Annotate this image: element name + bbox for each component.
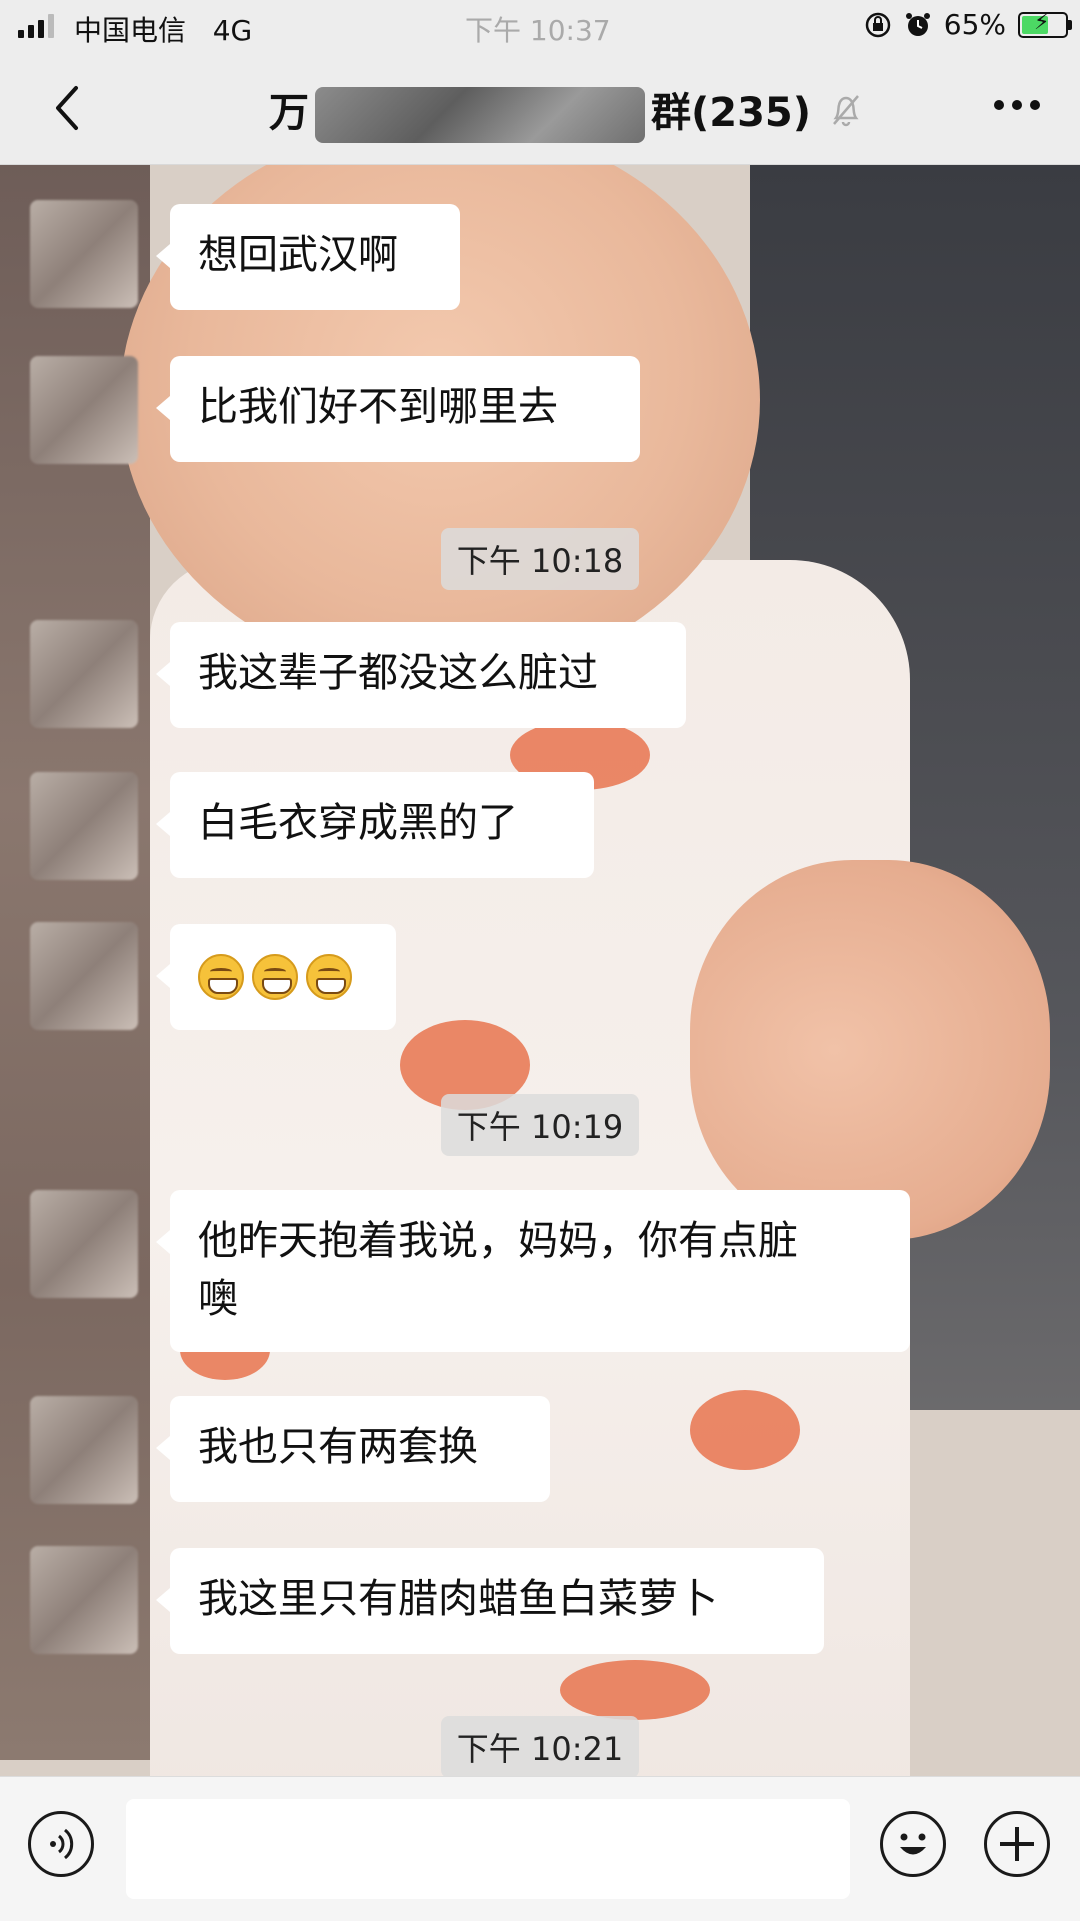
sender-avatar[interactable] [30,1190,138,1298]
signal-strength-icon [18,14,54,38]
emoji-picker-button[interactable] [880,1811,946,1877]
sender-avatar[interactable] [30,922,138,1030]
message-bubble [156,924,396,1030]
sender-avatar[interactable] [30,620,138,728]
status-bar: 中国电信 4G 下午 10:37 65% ⚡ [0,0,1080,52]
redacted-title-block [314,87,645,143]
message-text: 想回武汉啊 [198,232,398,278]
message-timestamp: 下午 10:18 [0,528,1080,590]
more-options-icon[interactable] [994,100,1040,110]
message-input[interactable] [126,1799,850,1899]
message-text-line: 他昨天抱着我说，妈妈，你有点脏 [198,1218,798,1264]
network-type: 4G [212,14,253,47]
message-text: 我也只有两套换 [198,1424,478,1470]
chat-header: 万 群(235) [0,52,1080,165]
battery-percent: 65% [943,8,1006,41]
message-text: 白毛衣穿成黑的了 [198,800,518,846]
more-functions-button[interactable] [984,1811,1050,1877]
message-bubble: 想回武汉啊 [156,204,460,310]
chat-title-prefix: 万 [268,90,309,136]
smiley-icon [900,1833,926,1855]
message-bubble: 我这辈子都没这么脏过 [156,622,686,728]
rotation-lock-icon [865,12,891,37]
message-bubble: 比我们好不到哪里去 [156,356,640,462]
sender-avatar[interactable] [30,356,138,464]
message-timestamp: 下午 10:21 [0,1716,1080,1778]
grinning-face-icon [306,954,352,1000]
chat-title-suffix: 群(235) [650,90,812,136]
carrier-label: 中国电信 4G [74,14,253,47]
mute-bell-icon [833,95,859,127]
chat-title: 万 群(235) [0,80,1080,143]
message-bubble: 我这里只有腊肉蜡鱼白菜萝卜 [156,1548,824,1654]
alarm-icon [905,12,930,36]
voice-input-button[interactable] [28,1811,94,1877]
grinning-face-icon [252,954,298,1000]
sender-avatar[interactable] [30,1546,138,1654]
message-bubble: 白毛衣穿成黑的了 [156,772,594,878]
message-text: 比我们好不到哪里去 [198,384,558,430]
sender-avatar[interactable] [30,1396,138,1504]
message-bubble: 我也只有两套换 [156,1396,550,1502]
chat-input-bar [0,1776,1080,1921]
grinning-face-icon [198,954,244,1000]
message-text-line: 噢 [198,1276,238,1322]
voice-icon [50,1828,74,1860]
message-timestamp: 下午 10:19 [0,1094,1080,1156]
message-bubble: 他昨天抱着我说，妈妈，你有点脏 噢 [156,1190,910,1352]
message-text: 我这里只有腊肉蜡鱼白菜萝卜 [198,1576,718,1622]
message-text: 我这辈子都没这么脏过 [198,650,598,696]
status-time: 下午 10:37 [465,14,611,47]
sender-avatar[interactable] [30,772,138,880]
battery-icon: ⚡ [1018,10,1072,38]
sender-avatar[interactable] [30,200,138,308]
